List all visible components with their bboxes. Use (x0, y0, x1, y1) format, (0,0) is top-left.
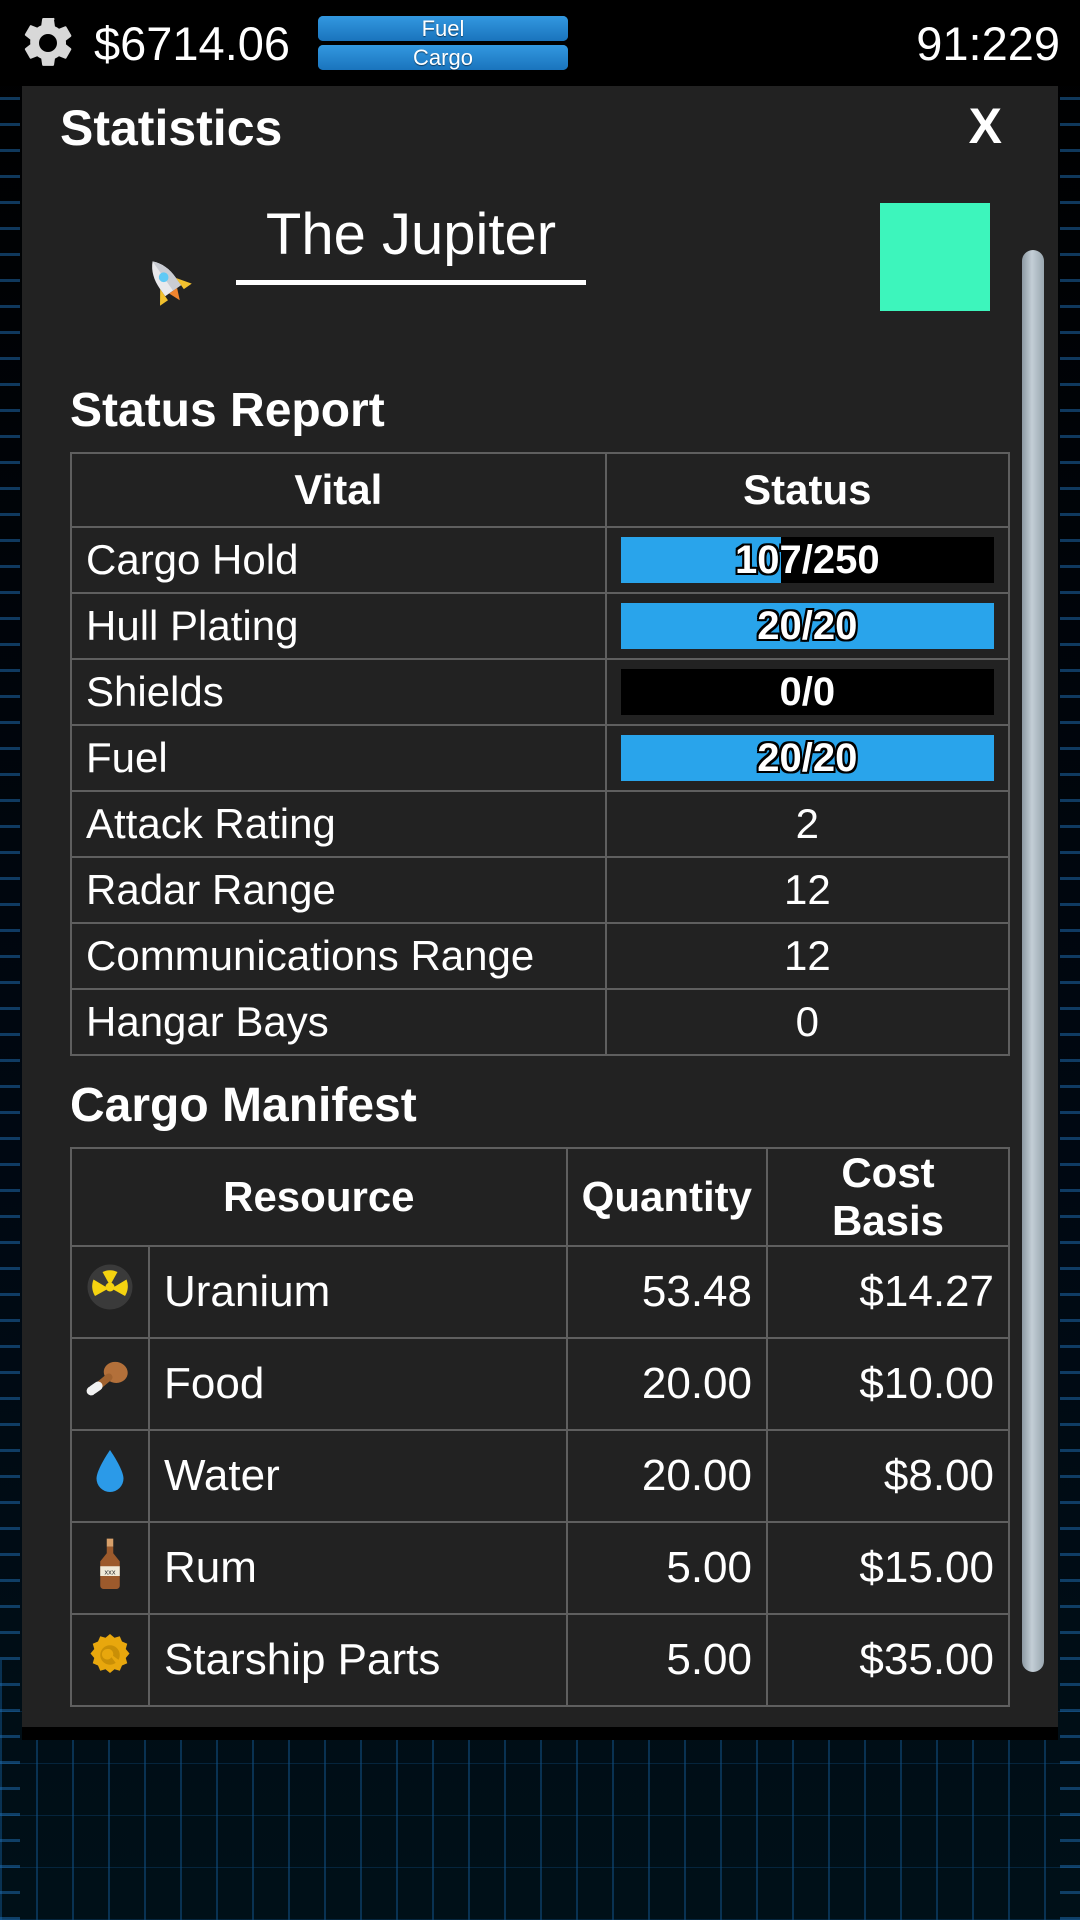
shields-bar-text: 0/0 (779, 669, 836, 714)
table-row: Water 20.00 $8.00 (70, 1429, 1010, 1523)
panel-header: Statistics X (22, 85, 1058, 173)
water-droplet-icon-glyph (96, 1449, 124, 1492)
panel-scrollbar[interactable] (1022, 235, 1044, 1687)
column-header-vital: Vital (70, 452, 607, 528)
table-row: Communications Range 12 (70, 922, 1011, 990)
svg-text:xxx: xxx (105, 1567, 116, 1576)
column-header-resource: Resource (70, 1147, 568, 1247)
rocket-icon (152, 261, 192, 306)
panel-scroll-area[interactable]: The Jupiter Status Report Vital Status C… (22, 173, 1058, 1727)
resource-quantity: 53.48 (565, 1245, 769, 1339)
right-edge-strip (1060, 85, 1080, 1920)
table-row: Cargo Hold 107/250 (70, 526, 1011, 594)
ship-header: The Jupiter (58, 173, 1022, 373)
vital-value: 12 (604, 922, 1011, 990)
table-row: Radar Range 12 (70, 856, 1011, 924)
fuel-meter-label: Fuel (421, 16, 465, 41)
resource-name: Food (148, 1337, 568, 1431)
fuel-bar-text: 20/20 (757, 735, 858, 780)
table-row: Uranium 53.48 $14.27 (70, 1245, 1010, 1339)
resource-cost-basis: $10.00 (766, 1337, 1010, 1431)
column-header-quantity: Quantity (565, 1147, 769, 1247)
shields-bar: 0/0 (620, 669, 994, 715)
resource-cost-basis: $15.00 (766, 1521, 1010, 1615)
resource-quantity: 20.00 (565, 1429, 769, 1523)
table-header-row: Vital Status (70, 452, 1011, 528)
vital-label: Attack Rating (70, 790, 607, 858)
chicken-leg-icon (70, 1337, 150, 1431)
app-root: $6714.06 Fuel Cargo 91:229 Statistics X (0, 0, 1080, 1920)
table-row: Shields 0/0 (70, 658, 1011, 726)
cargo-hold-bar: 107/250 (620, 537, 994, 583)
top-status-bar: $6714.06 Fuel Cargo 91:229 (0, 0, 1080, 86)
vital-label: Fuel (70, 724, 607, 792)
gear-icon (24, 17, 72, 66)
table-header-row: Resource Quantity Cost Basis (70, 1147, 1010, 1247)
gear-wrench-icon-glyph (90, 1633, 130, 1673)
cargo-meter[interactable]: Cargo (318, 45, 568, 70)
close-button[interactable]: X (969, 101, 1002, 151)
cargo-manifest-heading: Cargo Manifest (70, 1079, 417, 1132)
fuel-meter[interactable]: Fuel (318, 16, 568, 41)
vital-status: 20/20 (604, 724, 1011, 792)
vital-label: Radar Range (70, 856, 607, 924)
page-title: Statistics (60, 100, 283, 156)
hull-plating-bar-text: 20/20 (757, 603, 858, 648)
resource-cost-basis: $35.00 (766, 1613, 1010, 1707)
resource-name: Rum (148, 1521, 568, 1615)
resource-quantity: 5.00 (565, 1613, 769, 1707)
table-row: Attack Rating 2 (70, 790, 1011, 858)
water-droplet-icon (70, 1429, 150, 1523)
vital-label: Shields (70, 658, 607, 726)
column-header-cost-basis: Cost Basis (766, 1147, 1010, 1247)
cargo-hold-bar-text: 107/250 (735, 537, 880, 582)
resource-quantity: 5.00 (565, 1521, 769, 1615)
resource-name: Water (148, 1429, 568, 1523)
statistics-panel: Statistics X The Jupiter Status Report V… (22, 85, 1058, 1727)
gear-wrench-icon (70, 1613, 150, 1707)
vital-label: Communications Range (70, 922, 607, 990)
resource-quantity: 20.00 (565, 1337, 769, 1431)
left-edge-strip (0, 85, 20, 1920)
vital-label: Hangar Bays (70, 988, 607, 1056)
table-row: Fuel 20/20 (70, 724, 1011, 792)
rum-bottle-icon-glyph: xxx (100, 1538, 120, 1589)
chicken-leg-icon-glyph (86, 1361, 128, 1395)
turn-clock: 91:229 (916, 17, 1060, 70)
vital-status: 107/250 (604, 526, 1011, 594)
radioactive-icon-glyph (87, 1264, 133, 1309)
panel-content: The Jupiter Status Report Vital Status C… (22, 173, 1058, 1707)
vital-label: Cargo Hold (70, 526, 607, 594)
table-row: Starship Parts 5.00 $35.00 (70, 1613, 1010, 1707)
cargo-meter-label: Cargo (413, 45, 473, 70)
table-row: Food 20.00 $10.00 (70, 1337, 1010, 1431)
table-row: xxx Rum 5.00 $15.00 (70, 1521, 1010, 1615)
resource-cost-basis: $14.27 (766, 1245, 1010, 1339)
table-row: Hull Plating 20/20 (70, 592, 1011, 660)
vital-value: 2 (604, 790, 1011, 858)
resource-cost-basis: $8.00 (766, 1429, 1010, 1523)
vital-value: 12 (604, 856, 1011, 924)
settings-button[interactable] (16, 11, 80, 75)
credits-display: $6714.06 (94, 16, 291, 70)
ship-color-swatch (880, 203, 990, 311)
vital-label: Hull Plating (70, 592, 607, 660)
resource-name: Uranium (148, 1245, 568, 1339)
table-row: Hangar Bays 0 (70, 988, 1011, 1056)
radioactive-icon (70, 1245, 150, 1339)
status-report-table: Vital Status Cargo Hold 107/250 Hull Pla… (70, 452, 1011, 1056)
resource-name: Starship Parts (148, 1613, 568, 1707)
scrollbar-thumb[interactable] (1022, 249, 1044, 1673)
fuel-bar: 20/20 (620, 735, 994, 781)
vital-status: 0/0 (604, 658, 1011, 726)
cargo-manifest-table: Resource Quantity Cost Basis Uranium 53.… (70, 1147, 1010, 1707)
vital-value: 0 (604, 988, 1011, 1056)
hull-plating-bar: 20/20 (620, 603, 994, 649)
rum-bottle-icon: xxx (70, 1521, 150, 1615)
column-header-status: Status (604, 452, 1011, 528)
vital-status: 20/20 (604, 592, 1011, 660)
ship-name: The Jupiter (236, 201, 586, 285)
resource-meters: Fuel Cargo (318, 16, 568, 74)
status-report-heading: Status Report (70, 384, 385, 437)
